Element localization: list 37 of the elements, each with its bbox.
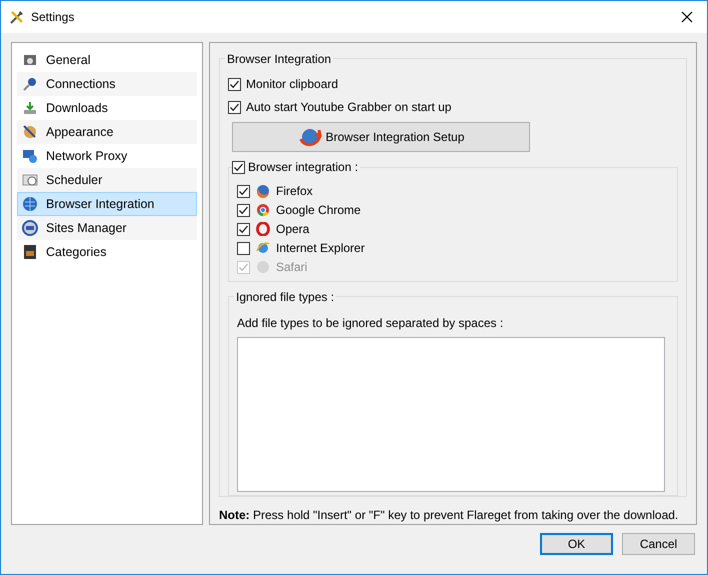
checkbox[interactable] — [237, 184, 250, 198]
setup-button[interactable]: Browser Integration Setup — [232, 122, 530, 152]
window-title: Settings — [31, 9, 74, 26]
checkbox-label[interactable]: Monitor clipboard — [246, 75, 338, 93]
sidebar-item[interactable]: Connections — [17, 72, 197, 96]
sidebar-item[interactable]: Scheduler — [17, 168, 197, 192]
sidebar-item[interactable]: Browser Integration — [17, 192, 197, 216]
dialog-button[interactable]: OK — [540, 533, 613, 555]
download-icon — [22, 100, 38, 116]
checkbox-label[interactable]: Opera — [276, 220, 310, 238]
chrome-icon — [256, 203, 270, 217]
checkbox-label[interactable]: Internet Explorer — [276, 239, 365, 257]
tools-icon — [9, 9, 25, 25]
opera-icon — [256, 222, 270, 236]
checkbox-label[interactable]: Auto start Youtube Grabber on start up — [246, 98, 452, 116]
e-globe-icon — [256, 241, 270, 255]
clock-icon — [22, 172, 38, 188]
file-types-field[interactable] — [237, 337, 665, 492]
checkbox-label[interactable]: Browser integration : — [248, 158, 358, 176]
checkbox-label[interactable]: Google Chrome — [276, 201, 361, 219]
checkbox[interactable] — [232, 160, 245, 174]
field-label: Add file types to be ignored separated by spaces : — [237, 315, 504, 332]
monitor-globe-icon — [22, 148, 38, 164]
checkbox[interactable] — [228, 100, 241, 114]
checkbox[interactable] — [237, 204, 250, 216]
sidebar-item[interactable]: Sites Manager — [17, 216, 197, 240]
checkbox[interactable] — [237, 222, 250, 236]
hard-drive-icon — [22, 52, 38, 68]
checkbox[interactable] — [237, 242, 250, 254]
dialog-button[interactable]: Cancel — [622, 533, 695, 555]
cabinet-icon — [22, 244, 38, 260]
checkbox-label[interactable]: Firefox — [276, 182, 313, 200]
fox-globe-icon — [256, 184, 270, 198]
sidebar-item[interactable]: Appearance — [17, 120, 197, 144]
checkbox[interactable] — [228, 78, 241, 90]
note-text: Note: Press hold "Insert" or "F" key to prevent Flareget from taking over the download. — [219, 507, 680, 524]
close-icon[interactable] — [681, 11, 693, 23]
